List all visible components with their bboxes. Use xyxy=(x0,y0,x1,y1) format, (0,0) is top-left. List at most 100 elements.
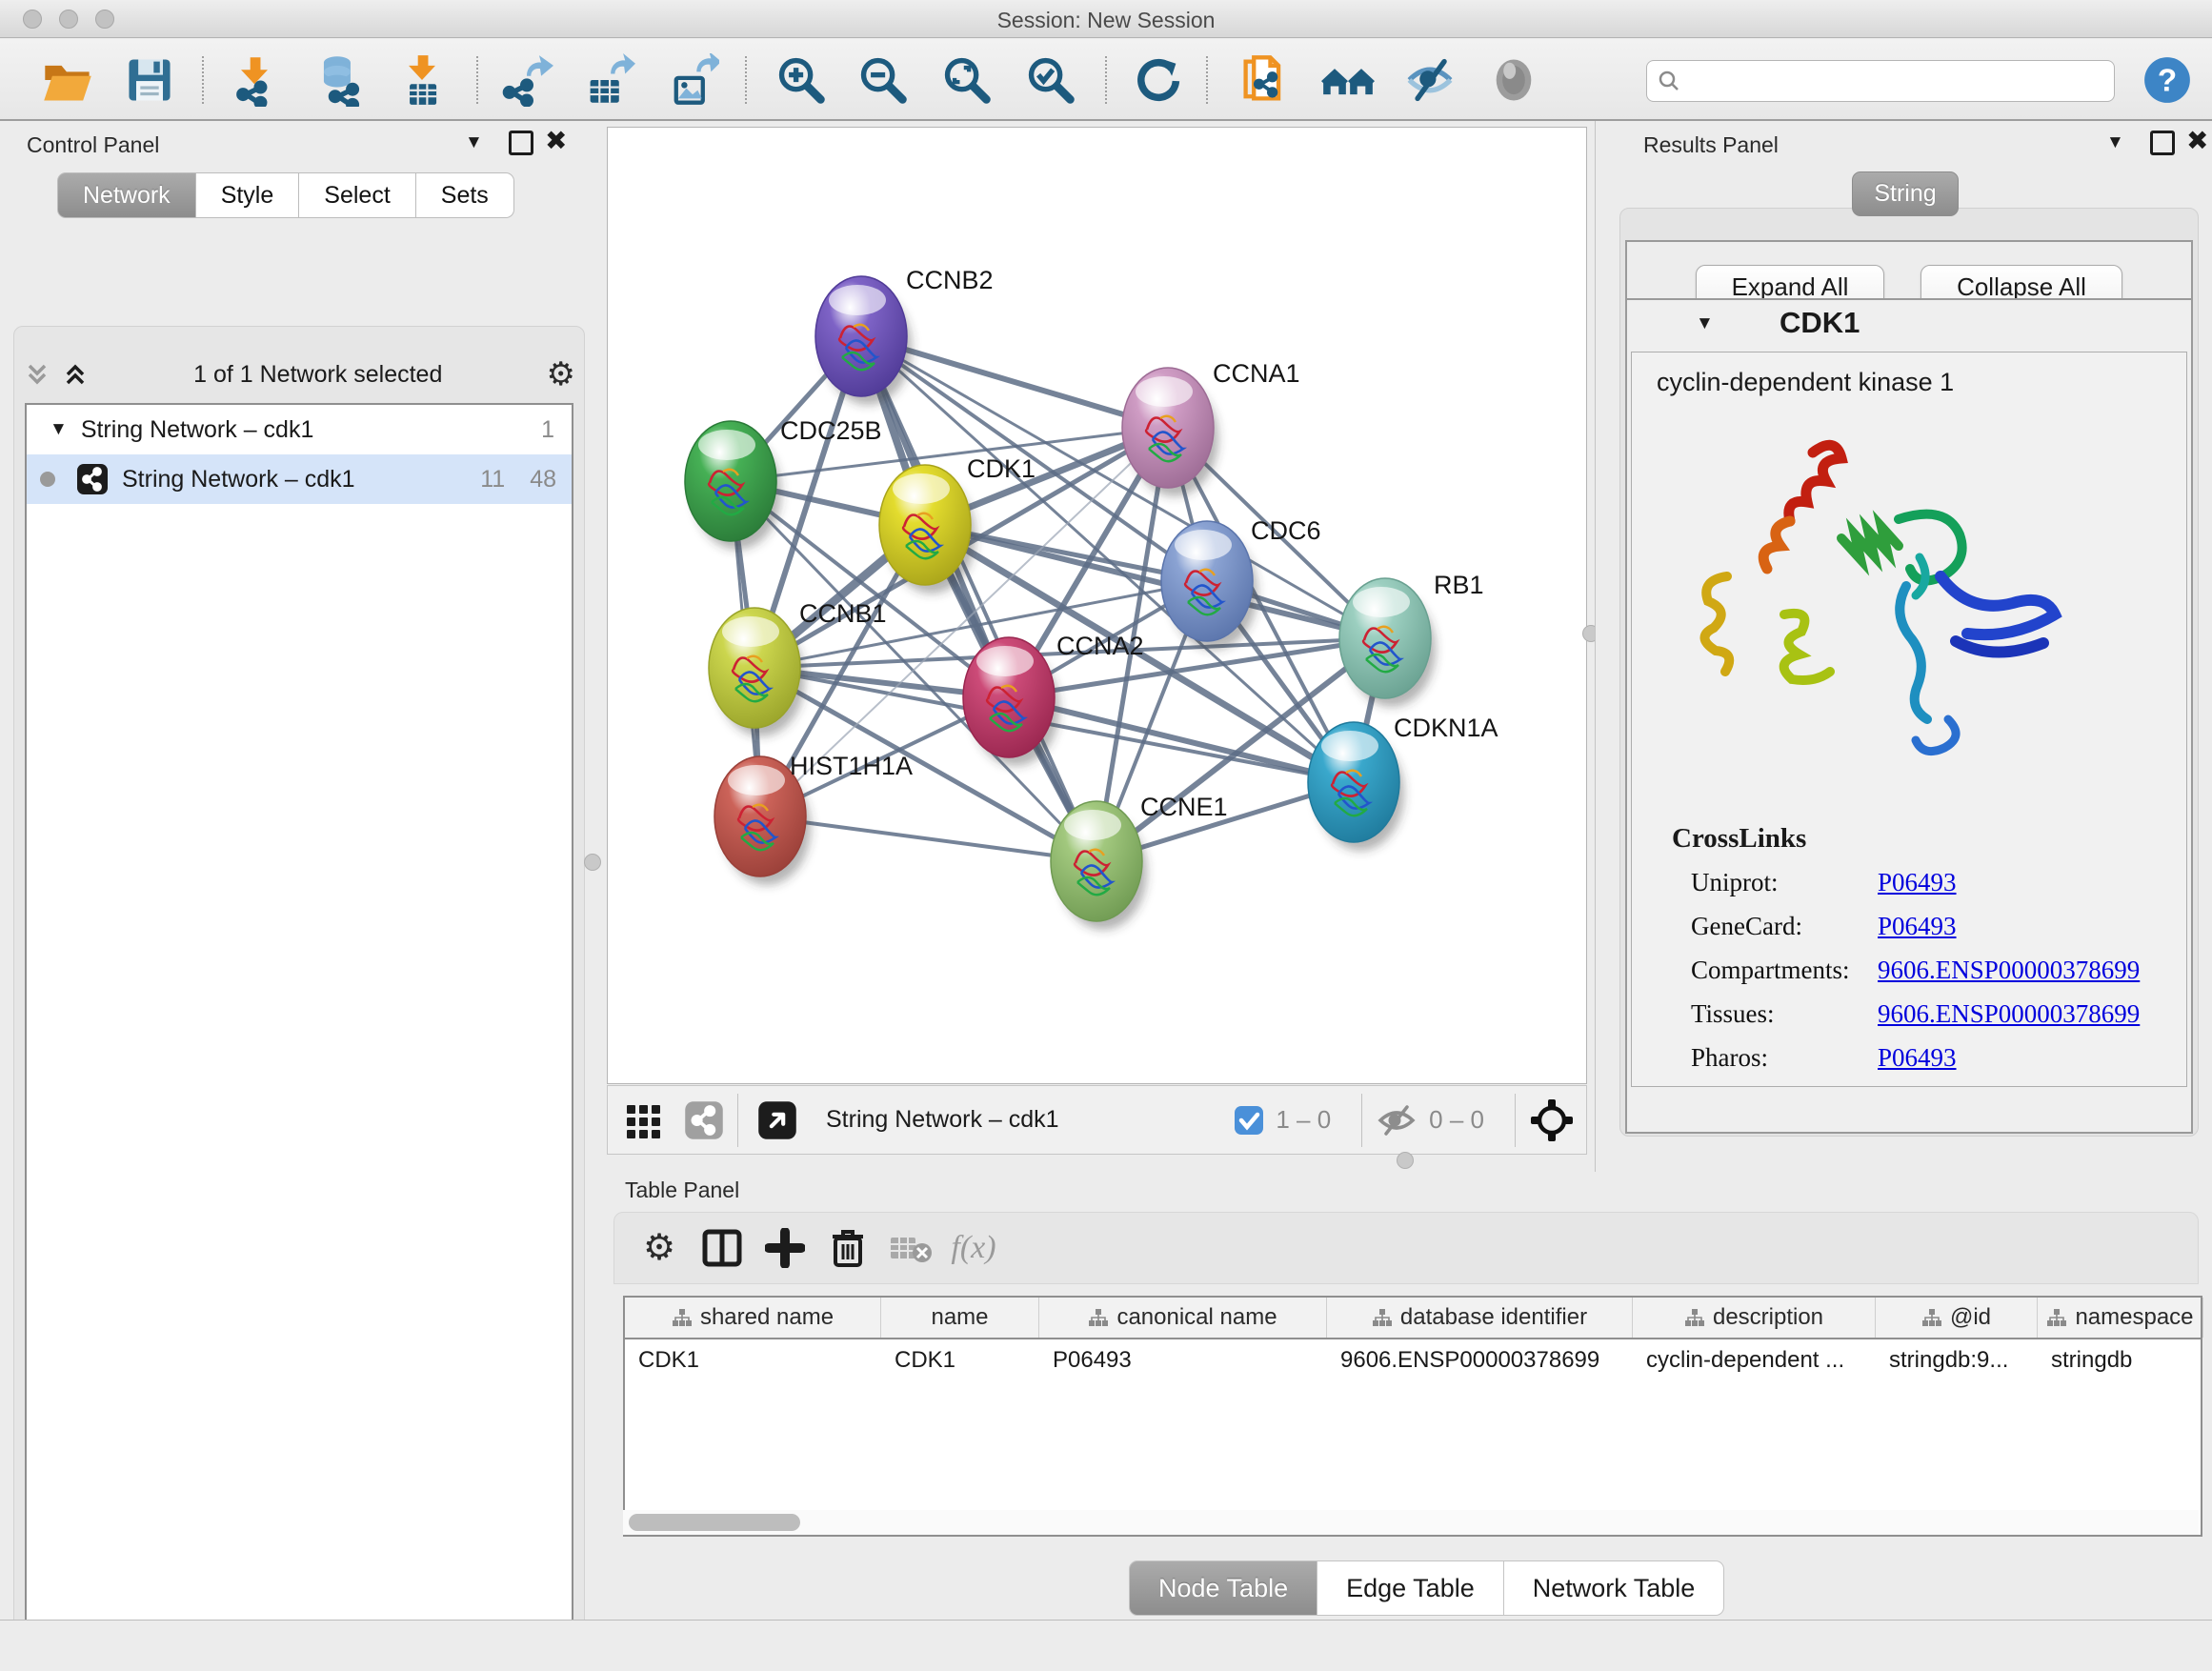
network-selector-row: 1 of 1 Network selected ⚙ xyxy=(23,350,575,399)
selected-checkbox-icon[interactable] xyxy=(1234,1105,1264,1136)
show-all-icon[interactable] xyxy=(1486,52,1541,108)
delete-column-trash-icon[interactable] xyxy=(816,1219,879,1277)
crosslink-link[interactable]: P06493 xyxy=(1878,868,1957,897)
column-mapping-icon xyxy=(1088,1308,1109,1327)
home-pair-icon[interactable] xyxy=(1320,52,1376,108)
control-panel-float-icon[interactable] xyxy=(509,131,533,155)
zoom-fit-icon[interactable] xyxy=(939,52,995,108)
collapse-all-icon[interactable] xyxy=(23,360,51,389)
add-column-icon[interactable] xyxy=(754,1219,816,1277)
network-view-title: String Network – cdk1 xyxy=(826,1106,1059,1134)
function-builder-button[interactable]: f(x) xyxy=(942,1219,1005,1277)
crosslinks-list: Uniprot:P06493GeneCard:P06493Compartment… xyxy=(1691,860,2186,1079)
control-panel-menu-icon[interactable]: ▼ xyxy=(465,132,483,153)
share-document-icon[interactable] xyxy=(1237,52,1292,108)
table-cell[interactable]: P06493 xyxy=(1039,1339,1327,1381)
table-cell[interactable]: CDK1 xyxy=(881,1339,1039,1381)
column-header-description[interactable]: description xyxy=(1633,1298,1876,1338)
tab-sets[interactable]: Sets xyxy=(416,172,514,218)
tab-node-table[interactable]: Node Table xyxy=(1129,1560,1317,1616)
column-header-database-identifier[interactable]: database identifier xyxy=(1327,1298,1633,1338)
network-edge[interactable] xyxy=(861,336,1096,861)
table-cell[interactable]: CDK1 xyxy=(625,1339,881,1381)
fit-content-crosshair-icon[interactable] xyxy=(1529,1097,1575,1143)
import-database-icon[interactable] xyxy=(311,52,366,108)
crosslink-link[interactable]: P06493 xyxy=(1878,912,1957,941)
results-panel-menu-icon[interactable]: ▼ xyxy=(2106,132,2124,153)
table-row[interactable]: CDK1CDK1P064939606.ENSP00000378699cyclin… xyxy=(625,1339,2201,1381)
node-label: CDKN1A xyxy=(1394,714,1498,742)
network-tree-root-row[interactable]: ▼ String Network – cdk1 1 xyxy=(27,405,572,454)
show-columns-icon[interactable] xyxy=(691,1219,754,1277)
table-options-gear-icon[interactable]: ⚙ xyxy=(628,1219,691,1277)
birdseye-view-icon[interactable] xyxy=(757,1100,797,1140)
tab-network-table[interactable]: Network Table xyxy=(1504,1560,1725,1616)
hidden-eye-icon xyxy=(1376,1101,1418,1139)
main-toolbar: ? xyxy=(0,39,2212,121)
network-collection-label: String Network – cdk1 xyxy=(81,416,314,444)
table-cell[interactable]: cyclin-dependent ... xyxy=(1633,1339,1876,1381)
control-panel-close-icon[interactable]: ✖ xyxy=(545,129,567,153)
export-network-icon[interactable] xyxy=(499,52,554,108)
column-header-shared-name[interactable]: shared name xyxy=(625,1298,881,1338)
node-label: CDC6 xyxy=(1251,516,1321,545)
table-cell[interactable]: stringdb xyxy=(2038,1339,2203,1381)
tab-string-results[interactable]: String xyxy=(1852,171,1959,216)
network-tree-child-row[interactable]: String Network – cdk1 11 48 xyxy=(27,454,572,504)
node-label: CCNA1 xyxy=(1213,359,1300,388)
column-header-name[interactable]: name xyxy=(881,1298,1039,1338)
export-table-icon[interactable] xyxy=(581,52,636,108)
zoom-selected-icon[interactable] xyxy=(1023,52,1078,108)
hide-selected-icon[interactable] xyxy=(1402,52,1458,108)
toolbar-separator xyxy=(476,56,478,104)
cytoscape-window: Session: New Session xyxy=(0,0,2212,1671)
tree-collapse-icon[interactable]: ▼ xyxy=(50,419,68,440)
vertical-splitter-handle[interactable] xyxy=(584,854,601,871)
protein-collapse-icon[interactable]: ▼ xyxy=(1696,313,1714,334)
table-cell[interactable]: stringdb:9... xyxy=(1876,1339,2038,1381)
export-image-icon[interactable] xyxy=(665,52,720,108)
results-panel-close-icon[interactable]: ✖ xyxy=(2186,129,2208,153)
tab-style[interactable]: Style xyxy=(196,172,300,218)
tab-select[interactable]: Select xyxy=(299,172,415,218)
network-share-toggle-icon[interactable] xyxy=(684,1100,724,1140)
selected-count: 1 – 0 xyxy=(1276,1105,1331,1135)
tab-edge-table[interactable]: Edge Table xyxy=(1317,1560,1504,1616)
scrollbar-thumb[interactable] xyxy=(629,1514,800,1531)
refresh-layout-icon[interactable] xyxy=(1130,52,1185,108)
results-panel-float-icon[interactable] xyxy=(2150,131,2175,155)
open-session-icon[interactable] xyxy=(40,52,95,108)
horizontal-splitter-handle[interactable] xyxy=(1397,1152,1414,1169)
column-header-canonical-name[interactable]: canonical name xyxy=(1039,1298,1327,1338)
status-bar: Memory xyxy=(0,1620,2212,1671)
column-header-namespace[interactable]: namespace xyxy=(2038,1298,2203,1338)
protein-description: cyclin-dependent kinase 1 xyxy=(1657,368,2186,397)
column-mapping-icon xyxy=(2046,1308,2067,1327)
network-options-gear-icon[interactable]: ⚙ xyxy=(547,358,575,391)
table-cell[interactable]: 9606.ENSP00000378699 xyxy=(1327,1339,1633,1381)
node-label: HIST1H1A xyxy=(790,752,913,780)
network-selected-text: 1 of 1 Network selected xyxy=(90,361,547,389)
table-horizontal-scrollbar[interactable] xyxy=(623,1510,2199,1535)
table-toolbar: ⚙ f(x) xyxy=(613,1212,2199,1284)
import-network-icon[interactable] xyxy=(227,52,282,108)
expand-all-icon[interactable] xyxy=(61,360,90,389)
network-edge[interactable] xyxy=(760,816,1096,861)
tab-network[interactable]: Network xyxy=(57,172,196,218)
network-share-icon xyxy=(76,463,109,495)
crosslink-link[interactable]: P06493 xyxy=(1878,1043,1957,1073)
grid-view-icon[interactable] xyxy=(625,1101,663,1139)
column-header--id[interactable]: @id xyxy=(1876,1298,2038,1338)
network-canvas[interactable]: CCNB2CCNA1CDC25BCDK1CDC6RB1CCNB1CCNA2CDK… xyxy=(607,127,1587,1084)
control-panel-title: Control Panel xyxy=(27,132,159,158)
help-icon[interactable]: ? xyxy=(2140,52,2195,108)
import-table-icon[interactable] xyxy=(394,52,450,108)
crosslink-link[interactable]: 9606.ENSP00000378699 xyxy=(1878,956,2140,985)
search-input[interactable] xyxy=(1646,60,2115,102)
save-session-icon[interactable] xyxy=(122,52,177,108)
zoom-out-icon[interactable] xyxy=(855,52,911,108)
node-gloss xyxy=(1321,731,1378,761)
crosslink-link[interactable]: 9606.ENSP00000378699 xyxy=(1878,999,2140,1029)
zoom-in-icon[interactable] xyxy=(774,52,829,108)
column-mapping-icon xyxy=(1372,1308,1393,1327)
